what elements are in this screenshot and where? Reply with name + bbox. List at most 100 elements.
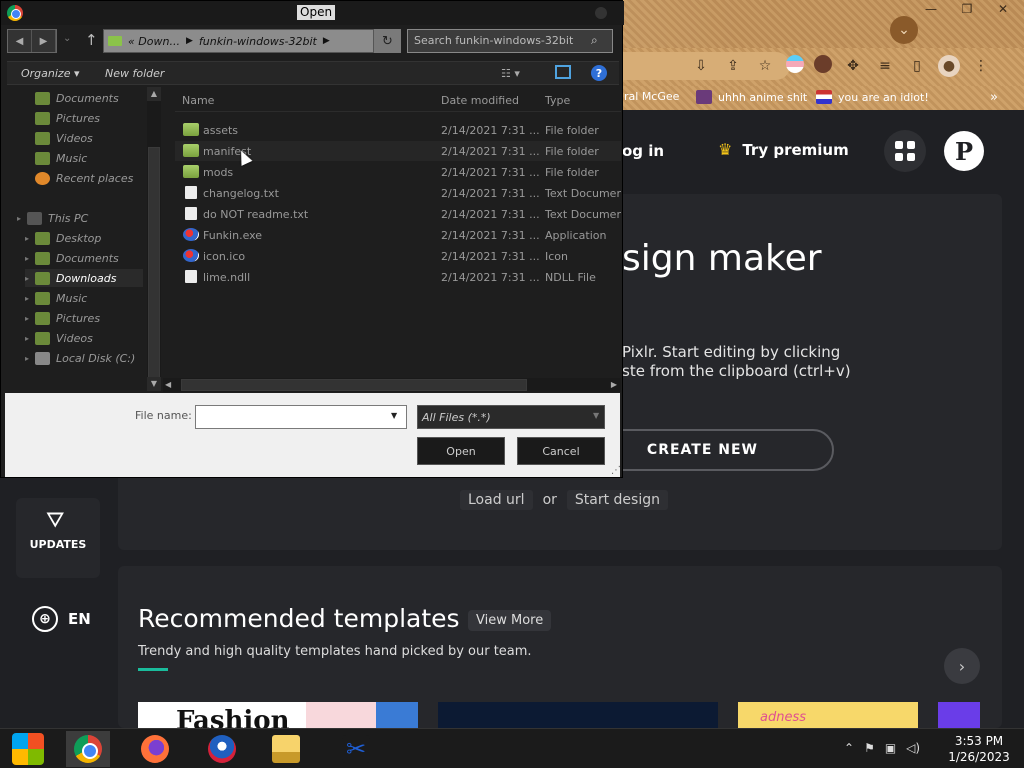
back-icon[interactable]: ◀ xyxy=(8,30,32,52)
breadcrumb[interactable]: « Down... ▶ funkin-windows-32bit ▶ xyxy=(103,29,401,53)
taskbar-firefox[interactable] xyxy=(133,731,177,767)
nav-item-local-disk[interactable]: ▸ Local Disk (C:) xyxy=(25,349,135,367)
refresh-icon[interactable]: ↻ xyxy=(373,29,401,53)
minimize-icon[interactable]: — xyxy=(920,2,942,16)
bookmarks-overflow-icon[interactable]: » xyxy=(990,90,998,105)
column-header-date[interactable]: Date modified xyxy=(441,94,519,107)
bookmark-item[interactable]: you are an idiot! xyxy=(816,90,929,104)
expand-chevron-icon[interactable]: ▸ xyxy=(25,354,29,363)
bookmark-item[interactable]: uhhh anime shit xyxy=(696,90,807,104)
updates-button[interactable]: ⛛ UPDATES xyxy=(16,498,100,578)
network-icon[interactable]: ▣ xyxy=(885,741,896,755)
taskbar-obama-app[interactable] xyxy=(200,731,244,767)
start-button[interactable] xyxy=(6,731,50,767)
nav-pane-scrollbar[interactable]: ▲ ▼ xyxy=(147,87,161,391)
close-icon[interactable]: ✕ xyxy=(992,2,1014,16)
expand-chevron-icon[interactable]: ▸ xyxy=(25,294,29,303)
file-list-hscrollbar[interactable]: ◀ ▶ xyxy=(163,378,621,392)
nav-item-music[interactable]: Music xyxy=(35,149,87,167)
file-row[interactable]: assets 2/14/2021 7:31 ... File folder xyxy=(175,120,621,140)
file-name-input[interactable] xyxy=(195,405,407,429)
profile-icon[interactable]: ● xyxy=(938,55,960,77)
forward-icon[interactable]: ▶ xyxy=(32,30,56,52)
expand-chevron-icon[interactable]: ▸ xyxy=(25,254,29,263)
expand-chevron-icon[interactable]: ▸ xyxy=(25,314,29,323)
tray-expand-icon[interactable]: ⌃ xyxy=(844,741,854,755)
nav-item-documents[interactable]: Documents xyxy=(35,89,119,107)
nav-item-desktop[interactable]: ▸ Desktop xyxy=(25,229,101,247)
scroll-left-icon[interactable]: ◀ xyxy=(165,378,171,392)
file-row[interactable]: do NOT readme.txt 2/14/2021 7:31 ... Text … xyxy=(175,204,621,224)
template-thumbnail[interactable] xyxy=(438,702,718,728)
taskbar-clock[interactable]: 3:53 PM 1/26/2023 xyxy=(944,733,1014,765)
preview-pane-icon[interactable] xyxy=(555,65,571,79)
taskbar-app[interactable]: ✂ xyxy=(334,731,378,767)
expand-chevron-icon[interactable]: ▸ xyxy=(25,274,29,283)
nav-item-videos[interactable]: ▸ Videos xyxy=(25,329,93,347)
action-center-flag-icon[interactable]: ⚑ xyxy=(864,741,875,755)
start-design-button[interactable]: Start design xyxy=(566,490,668,510)
cancel-button[interactable]: Cancel xyxy=(517,437,605,465)
download-icon[interactable]: ⇩ xyxy=(690,55,712,77)
expand-chevron-icon[interactable]: ▸ xyxy=(25,234,29,243)
maximize-icon[interactable]: ❐ xyxy=(956,2,978,16)
organize-button[interactable]: Organize ▾ xyxy=(21,67,80,80)
reading-list-icon[interactable]: ≡ xyxy=(874,55,896,77)
scroll-thumb[interactable] xyxy=(148,147,160,379)
volume-icon[interactable]: ◁) xyxy=(906,741,920,755)
load-url-button[interactable]: Load url xyxy=(460,490,533,510)
open-button[interactable]: Open xyxy=(417,437,505,465)
scroll-right-icon[interactable]: ▶ xyxy=(611,378,617,392)
template-thumbnail[interactable] xyxy=(938,702,980,728)
file-row[interactable]: changelog.txt 2/14/2021 7:31 ... Text Docu… xyxy=(175,183,621,203)
expand-chevron-icon[interactable]: ▸ xyxy=(17,214,21,223)
chrome-menu-icon[interactable]: ⋮ xyxy=(970,55,992,77)
recent-locations-chevron-icon[interactable]: ⌄ xyxy=(63,33,71,44)
extensions-puzzle-icon[interactable]: ✥ xyxy=(842,55,864,77)
file-name-dropdown-icon[interactable]: ▼ xyxy=(391,411,397,420)
scroll-down-icon[interactable]: ▼ xyxy=(147,377,161,391)
search-input[interactable]: Search funkin-windows-32bit xyxy=(407,29,613,53)
photo-extension-icon[interactable] xyxy=(814,55,832,73)
search-icon[interactable]: ⌕ xyxy=(591,33,598,48)
view-more-button[interactable]: View More xyxy=(468,610,552,631)
taskbar-file-explorer[interactable] xyxy=(264,731,308,767)
file-row[interactable]: lime.ndll 2/14/2021 7:31 ... NDLL File xyxy=(175,267,621,287)
nav-item-recent-places[interactable]: Recent places xyxy=(35,169,133,187)
nav-item-pictures[interactable]: ▸ Pictures xyxy=(25,309,100,327)
scroll-thumb[interactable] xyxy=(181,379,527,391)
close-icon[interactable] xyxy=(595,7,607,19)
breadcrumb-item[interactable]: « Down... xyxy=(128,35,180,48)
expand-chevron-icon[interactable]: ▸ xyxy=(25,334,29,343)
apps-grid-button[interactable] xyxy=(884,130,926,172)
nav-item-this-pc[interactable]: ▸ This PC xyxy=(17,209,88,227)
pride-extension-icon[interactable] xyxy=(786,55,804,73)
nav-item-pictures[interactable]: Pictures xyxy=(35,109,100,127)
up-arrow-icon[interactable]: ↑ xyxy=(85,31,98,49)
nav-item-downloads[interactable]: ▸ Downloads xyxy=(25,269,143,287)
breadcrumb-item[interactable]: funkin-windows-32bit xyxy=(199,35,317,48)
nav-item-music[interactable]: ▸ Music xyxy=(25,289,87,307)
pixlr-logo-icon[interactable]: P xyxy=(944,131,984,171)
scroll-up-icon[interactable]: ▲ xyxy=(147,87,161,101)
file-row[interactable]: Funkin.exe 2/14/2021 7:31 ... Application xyxy=(175,225,621,245)
resize-grip-icon[interactable]: ⋰ xyxy=(611,465,621,476)
file-type-filter[interactable]: All Files (*.*) xyxy=(417,405,605,429)
filter-chevron-icon[interactable]: ▼ xyxy=(593,411,599,420)
tab-search-icon[interactable]: ⌄ xyxy=(890,16,918,44)
try-premium-button[interactable]: ♛ Try premium xyxy=(718,140,849,159)
bookmark-star-icon[interactable]: ☆ xyxy=(754,55,776,77)
chevron-right-icon[interactable]: › xyxy=(944,648,980,684)
file-row[interactable]: icon.ico 2/14/2021 7:31 ... Icon xyxy=(175,246,621,266)
view-options-icon[interactable]: ☷ ▾ xyxy=(501,67,520,80)
share-icon[interactable]: ⇪ xyxy=(722,55,744,77)
column-header-name[interactable]: Name xyxy=(182,94,214,107)
help-icon[interactable]: ? xyxy=(591,65,607,81)
nav-item-documents[interactable]: ▸ Documents xyxy=(25,249,119,267)
login-link[interactable]: og in xyxy=(622,142,664,160)
taskbar-chrome[interactable] xyxy=(66,731,110,767)
new-folder-button[interactable]: New folder xyxy=(105,67,164,80)
side-panel-icon[interactable]: ▯ xyxy=(906,55,928,77)
language-selector[interactable]: ⊕ EN xyxy=(32,606,91,632)
nav-item-videos[interactable]: Videos xyxy=(35,129,93,147)
